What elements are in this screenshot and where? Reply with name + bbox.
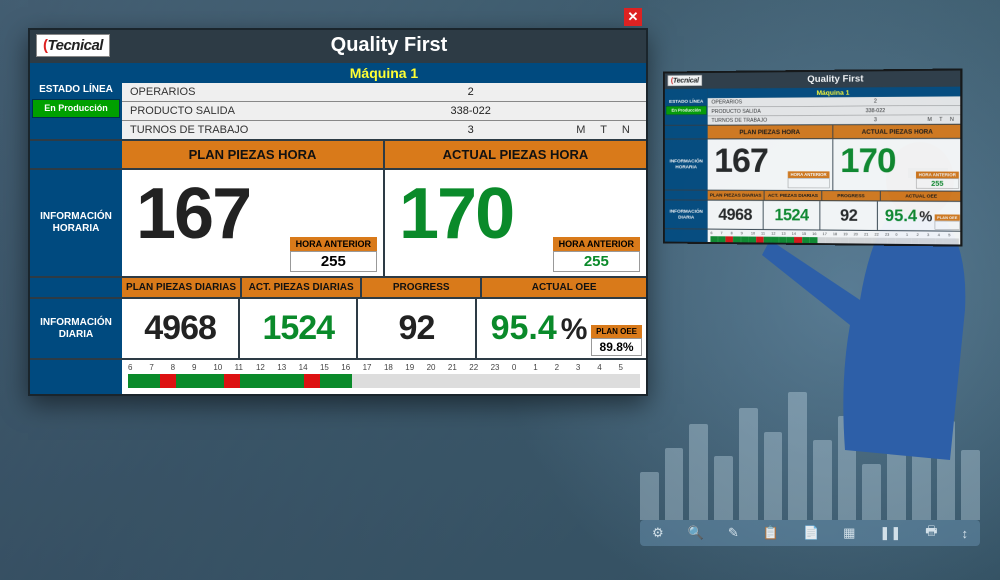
line-status-badge: En Producción [32, 99, 120, 118]
close-icon[interactable]: ✕ [624, 8, 642, 26]
producto-label: PRODUCTO SALIDA [122, 102, 375, 120]
daily-progress-value: 92 [399, 309, 435, 348]
line-status-badge: En Producción [666, 106, 707, 115]
actual-hour-cell: 170 HORA ANTERIOR 255 [833, 139, 962, 191]
timeline-side-spacer [665, 229, 708, 245]
page-title: Quality First [716, 72, 958, 85]
operarios-value: 2 [375, 83, 566, 101]
operarios-label: OPERARIOS [122, 83, 375, 101]
title-bar: (Tecnical Quality First [665, 70, 962, 88]
page-title: Quality First [140, 34, 638, 57]
daily-plan-value: 4968 [144, 309, 216, 348]
plan-hour-cell: 167 HORA ANTERIOR 255 [708, 139, 834, 190]
operarios-value: 2 [829, 97, 923, 106]
hourly-side-spacer [665, 126, 708, 139]
brand-logo: (Tecnical [668, 75, 702, 86]
turnos-label: TURNOS DE TRABAJO [122, 121, 375, 139]
oee-unit: % [919, 208, 932, 224]
actual-prev-value: 255 [553, 251, 640, 272]
line-state-label: ESTADO LÍNEA En Producción [30, 63, 122, 139]
turnos-value: 3 [375, 121, 566, 139]
plan-prev-value: 255 [788, 178, 830, 188]
oee-unit: % [561, 313, 588, 346]
hourly-section-label: INFORMACIÓN HORARIA [665, 139, 708, 189]
plan-prev-label: HORA ANTERIOR [290, 237, 377, 251]
plan-hour-header: PLAN PIEZAS HORA [708, 125, 834, 138]
plan-prev-value: 255 [290, 251, 377, 272]
hourly-section-label: INFORMACIÓN HORARIA [30, 170, 122, 276]
hourly-side-spacer [30, 141, 122, 168]
daily-side-spacer [30, 278, 122, 297]
machine-name: Máquina 1 [122, 63, 646, 83]
plan-oee-value: 89.8% [935, 221, 960, 230]
daily-oee-cell: 95.4% PLAN OEE 89.8% [878, 201, 962, 230]
actual-prev-value: 255 [916, 178, 959, 188]
daily-oee-header: ACTUAL OEE [881, 191, 962, 201]
turnos-shifts: M T N [566, 121, 646, 139]
actual-prev-label: HORA ANTERIOR [553, 237, 640, 251]
daily-section-label: INFORMACIÓN DIARIA [665, 200, 708, 228]
daily-actual-value: 1524 [262, 309, 334, 348]
shift-timeline: 67891011121314151617181920212223012345 [122, 360, 646, 394]
oee-value: 95.4 [885, 206, 917, 225]
timeline-side-spacer [30, 360, 122, 394]
actual-hour-header: ACTUAL PIEZAS HORA [385, 141, 646, 168]
dashboard-panel: ✕ (Tecnical Quality First ESTADO LÍNEA E… [28, 28, 648, 396]
info-table: OPERARIOS 2 PRODUCTO SALIDA 338-022 TURN… [122, 83, 646, 139]
turnos-shifts: M T N [922, 115, 961, 124]
daily-side-spacer [665, 190, 708, 199]
producto-label: PRODUCTO SALIDA [708, 106, 829, 115]
info-table: OPERARIOS 2 PRODUCTO SALIDA 338-022 TURN… [708, 96, 962, 124]
plan-hour-header: PLAN PIEZAS HORA [122, 141, 385, 168]
decorative-bar-chart [640, 360, 980, 520]
shift-timeline: 67891011121314151617181920212223012345 [708, 230, 962, 247]
daily-actual-header: ACT. PIEZAS DIARIAS [242, 278, 362, 297]
turnos-label: TURNOS DE TRABAJO [708, 116, 829, 125]
oee-value: 95.4 [491, 309, 557, 347]
line-state-label: ESTADO LÍNEA En Producción [665, 89, 708, 125]
plan-oee-label: PLAN OEE [591, 325, 642, 338]
actual-hour-header: ACTUAL PIEZAS HORA [833, 125, 962, 138]
secondary-monitor: ✕ (Tecnical Quality First ESTADO LÍNEA E… [663, 68, 962, 246]
background-toolbar: ⚙🔍✎📋📄▦❚❚🖶↕ [640, 520, 980, 546]
title-bar: (Tecnical Quality First [30, 30, 646, 61]
operarios-label: OPERARIOS [708, 97, 829, 106]
daily-actual-value: 1524 [774, 206, 808, 225]
producto-value: 338-022 [375, 102, 566, 120]
daily-progress-value: 92 [840, 206, 857, 225]
daily-plan-header: PLAN PIEZAS DIARIAS [122, 278, 242, 297]
plan-hour-cell: 167 HORA ANTERIOR 255 [122, 170, 385, 276]
actual-hour-cell: 170 HORA ANTERIOR 255 [385, 170, 646, 276]
daily-plan-header: PLAN PIEZAS DIARIAS [708, 191, 765, 200]
daily-oee-header: ACTUAL OEE [482, 278, 646, 297]
daily-progress-header: PROGRESS [822, 191, 881, 200]
turnos-value: 3 [829, 115, 923, 124]
producto-value: 338-022 [829, 106, 923, 115]
daily-actual-header: ACT. PIEZAS DIARIAS [765, 191, 823, 200]
daily-plan-value: 4968 [718, 205, 752, 224]
plan-oee-value: 89.8% [591, 338, 642, 356]
daily-oee-cell: 95.4% PLAN OEE 89.8% [477, 299, 646, 358]
brand-logo: (Tecnical [36, 34, 110, 57]
daily-progress-header: PROGRESS [362, 278, 482, 297]
daily-section-label: INFORMACIÓN DIARIA [30, 299, 122, 358]
